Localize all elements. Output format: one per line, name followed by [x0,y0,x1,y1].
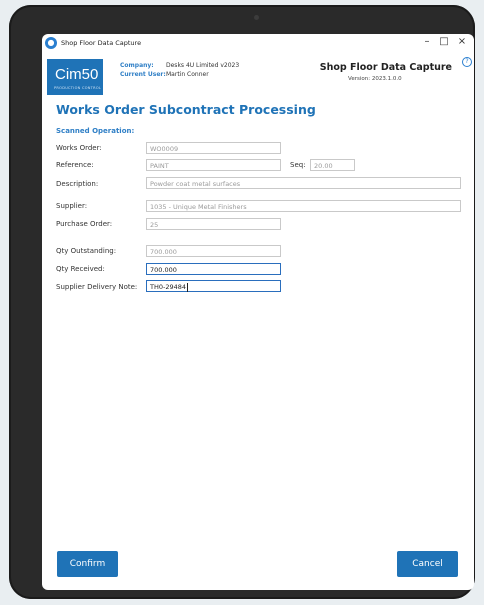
confirm-button[interactable]: Confirm [57,551,118,577]
help-icon[interactable]: ? [462,57,472,67]
description-field[interactable]: Powder coat metal surfaces [146,177,461,189]
cancel-button[interactable]: Cancel [397,551,458,577]
seq-label: Seq: [290,161,306,169]
app-version: Version: 2023.1.0.0 [348,76,402,82]
logo-subtitle: PRODUCTION CONTROL [54,86,102,90]
purchase-order-label: Purchase Order: [56,220,113,228]
qty-outstanding-label: Qty Outstanding: [56,247,117,255]
app-window: ● Shop Floor Data Capture – □ × Cim50 PR… [42,34,474,590]
seq-field[interactable]: 20.00 [310,159,355,171]
tablet-frame: ● Shop Floor Data Capture – □ × Cim50 PR… [9,5,475,599]
delivery-note-input[interactable]: TH0-29484 [146,280,281,292]
section-title: Scanned Operation: [56,127,135,135]
app-title: Shop Floor Data Capture [319,62,452,73]
description-label: Description: [56,180,99,188]
current-user-value: Martin Conner [166,71,209,78]
window-title: Shop Floor Data Capture [61,39,142,47]
close-icon[interactable]: × [455,36,469,47]
reference-field[interactable]: PAINT [146,159,281,171]
minimize-icon[interactable]: – [420,36,434,47]
reference-label: Reference: [56,161,94,169]
app-logo-icon: ● [45,37,57,49]
app-header: Cim50 PRODUCTION CONTROL Company: Desks … [42,56,474,98]
company-label: Company: [120,62,154,69]
supplier-label: Supplier: [56,202,88,210]
text-caret [187,282,189,292]
maximize-icon[interactable]: □ [437,36,451,47]
purchase-order-field[interactable]: 25 [146,218,281,230]
logo-text: Cim50 [55,66,99,83]
current-user-label: Current User: [120,71,166,78]
delivery-note-value: TH0-29484 [150,283,187,291]
qty-received-label: Qty Received: [56,265,105,273]
qty-outstanding-field[interactable]: 700.000 [146,245,281,257]
cim50-logo: Cim50 PRODUCTION CONTROL [47,59,103,95]
title-bar: ● Shop Floor Data Capture – □ × [42,34,474,54]
camera-dot [254,15,259,20]
delivery-note-label: Supplier Delivery Note: [56,283,138,291]
company-value: Desks 4U Limited v2023 [166,62,240,69]
works-order-field[interactable]: WO0009 [146,142,281,154]
supplier-field[interactable]: 1035 - Unique Metal Finishers [146,200,461,212]
page-title: Works Order Subcontract Processing [56,102,316,117]
qty-received-input[interactable]: 700.000 [146,263,281,275]
works-order-label: Works Order: [56,144,102,152]
